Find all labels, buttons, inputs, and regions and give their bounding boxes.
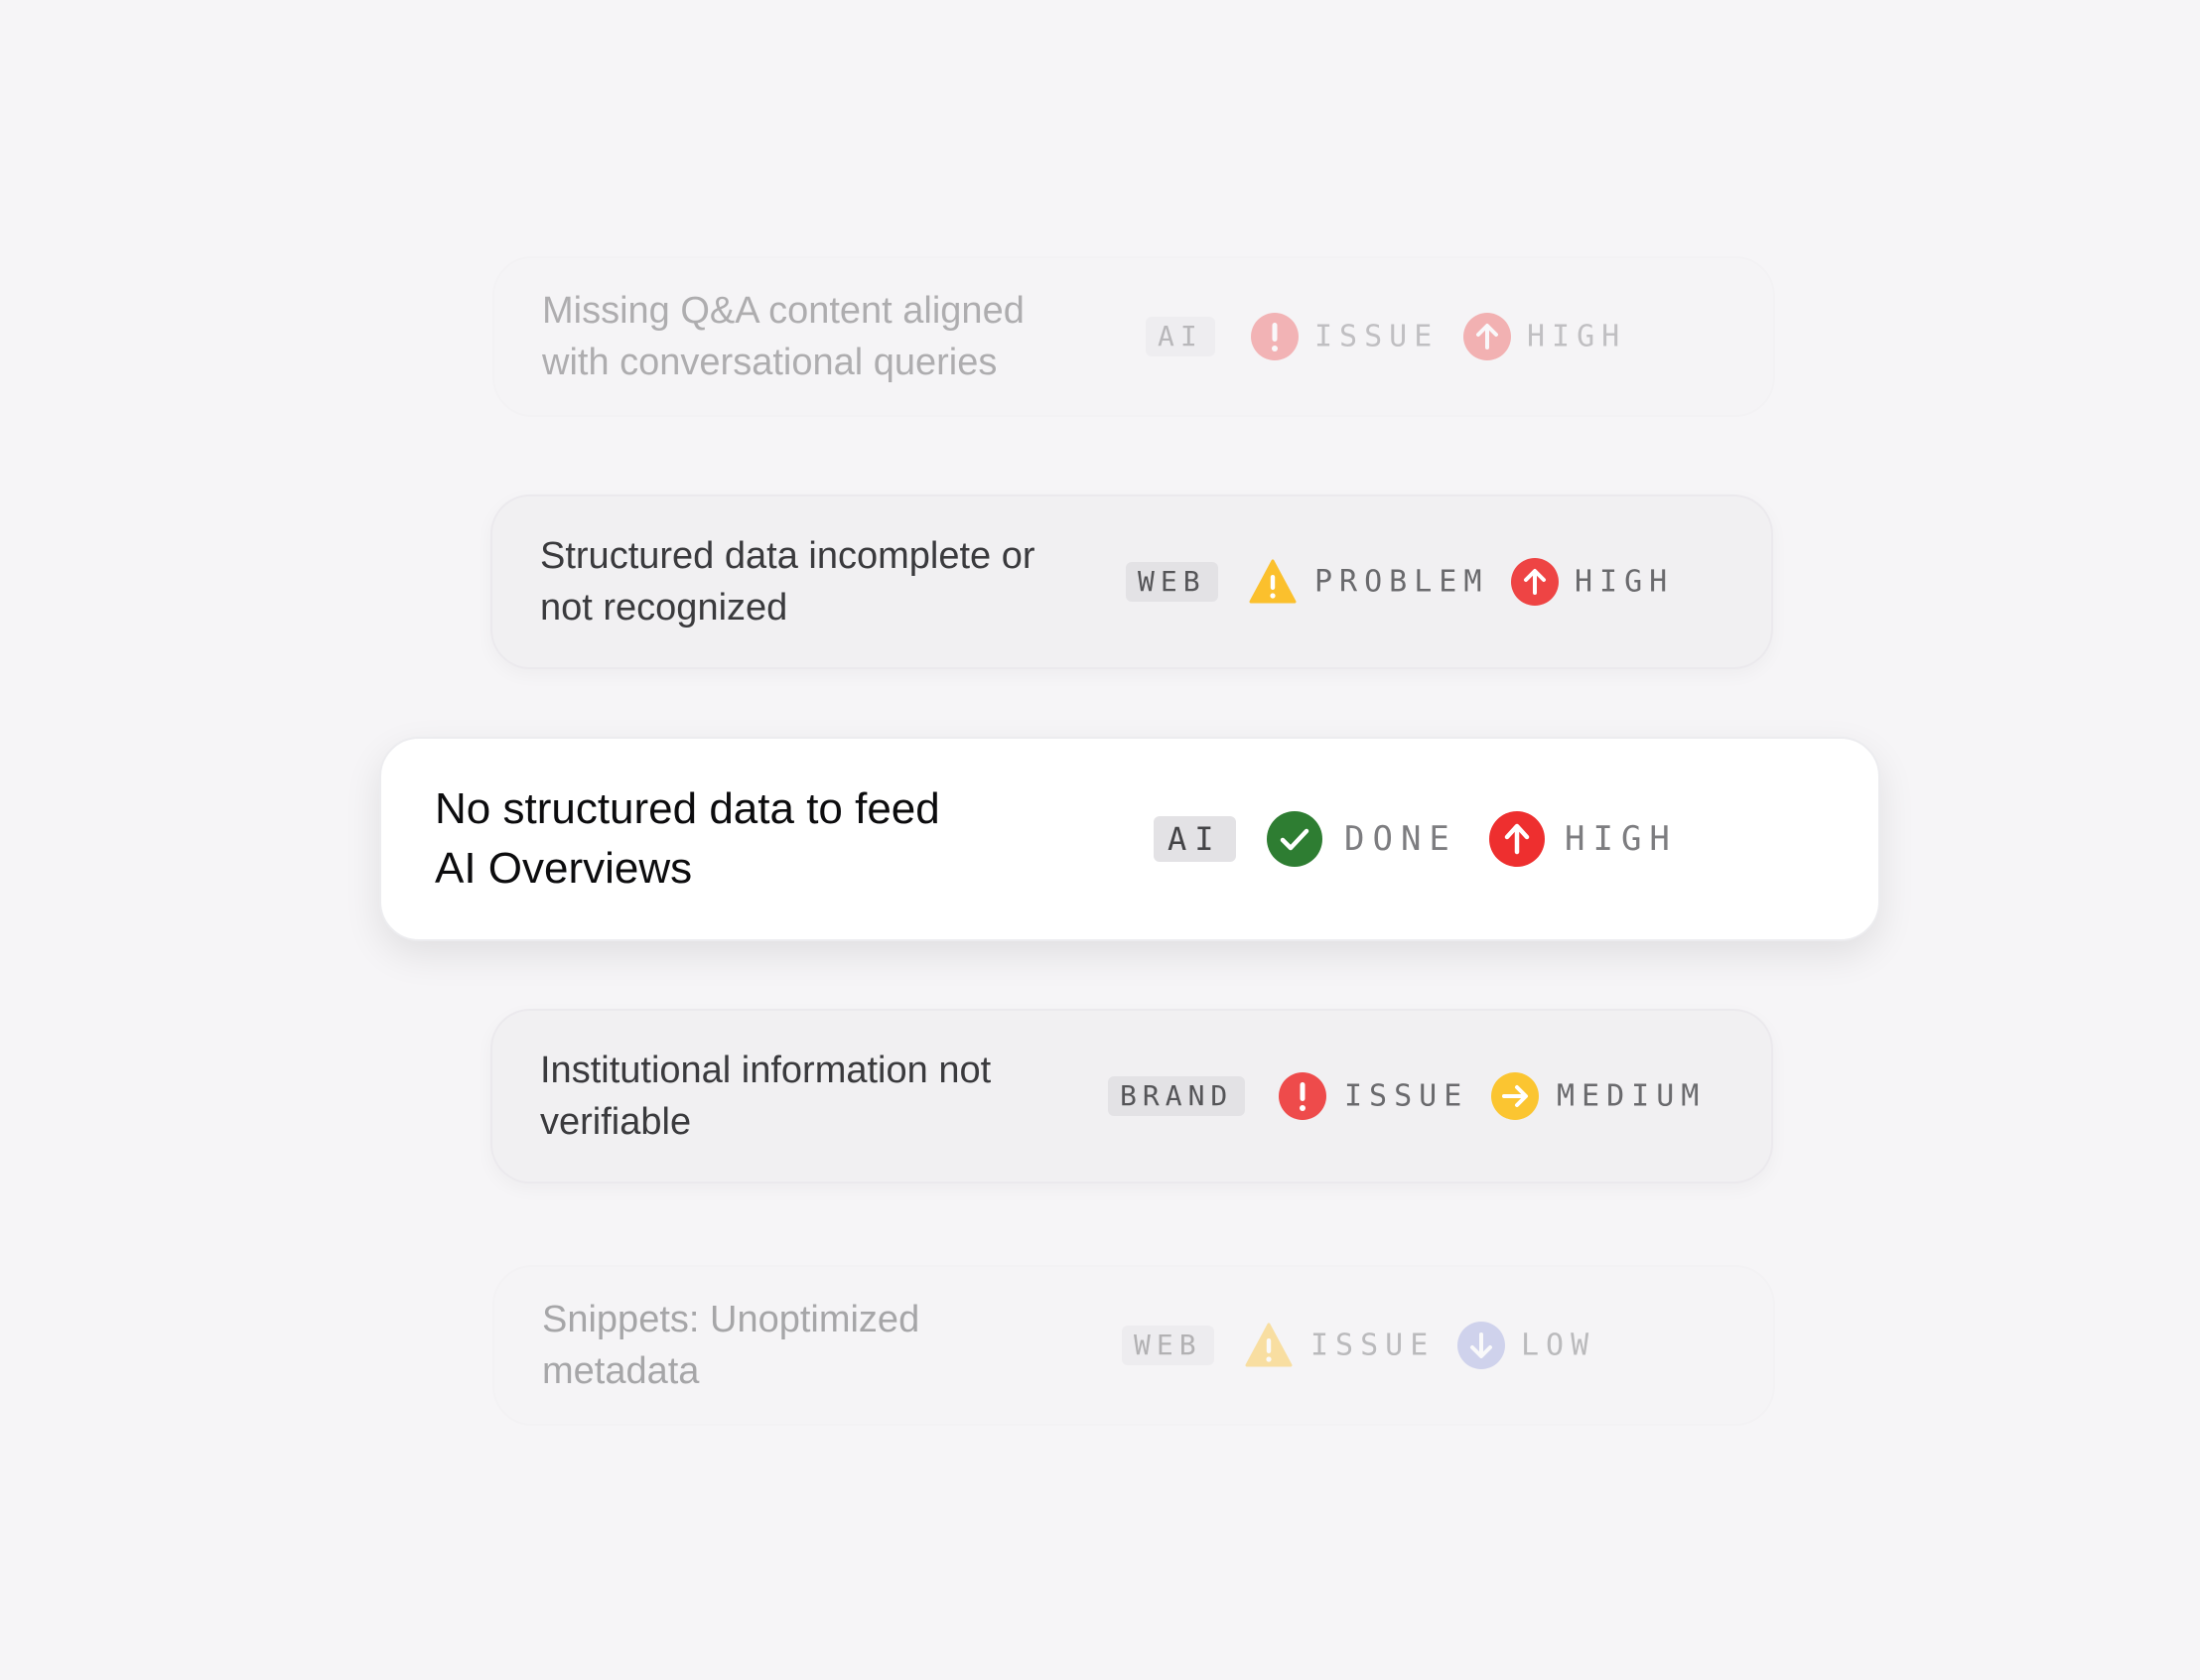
arrow-up-icon [1489, 811, 1545, 867]
issue-title: Structured data incomplete or not recogn… [540, 535, 1035, 629]
priority-label: HIGH [1575, 564, 1675, 600]
issue-title: Snippets: Unoptimized metadata [542, 1299, 920, 1392]
category-tag: BRAND [1108, 1076, 1246, 1116]
arrow-right-icon [1491, 1072, 1539, 1120]
category-tag: AI [1146, 317, 1215, 356]
check-icon [1267, 811, 1322, 867]
priority-label: HIGH [1565, 819, 1678, 859]
warning-triangle-icon [1245, 1322, 1293, 1369]
issue-title: No structured data to feed AI Overviews [435, 784, 940, 893]
exclamation-icon [1279, 1072, 1326, 1120]
exclamation-icon [1251, 313, 1299, 360]
issue-row-structured-data[interactable]: Structured data incomplete or not recogn… [490, 494, 1773, 669]
arrow-down-icon [1457, 1322, 1505, 1369]
priority-label: LOW [1521, 1328, 1596, 1363]
status-label: ISSUE [1310, 1328, 1436, 1363]
issue-row-qa-content[interactable]: Missing Q&A content aligned with convers… [492, 256, 1775, 417]
issue-title: Missing Q&A content aligned with convers… [542, 290, 1025, 383]
status-label: PROBLEM [1314, 564, 1489, 600]
status-label: ISSUE [1314, 319, 1440, 354]
status-label: DONE [1344, 819, 1457, 859]
canvas-background: Missing Q&A content aligned with convers… [0, 0, 2200, 1680]
arrow-up-icon [1511, 558, 1559, 606]
category-tag: WEB [1126, 562, 1218, 602]
priority-label: HIGH [1527, 319, 1627, 354]
priority-label: MEDIUM [1557, 1078, 1707, 1114]
issue-row-institutional-info[interactable]: Institutional information not verifiable… [490, 1009, 1773, 1184]
category-tag: WEB [1122, 1326, 1214, 1365]
arrow-up-icon [1463, 313, 1511, 360]
issue-row-ai-overviews[interactable]: No structured data to feed AI Overviews … [379, 737, 1880, 941]
issue-row-snippets[interactable]: Snippets: Unoptimized metadata WEB ISSUE… [492, 1265, 1775, 1426]
issue-title: Institutional information not verifiable [540, 1050, 992, 1143]
warning-triangle-icon [1249, 558, 1297, 606]
status-label: ISSUE [1344, 1078, 1469, 1114]
category-tag: AI [1154, 816, 1236, 862]
